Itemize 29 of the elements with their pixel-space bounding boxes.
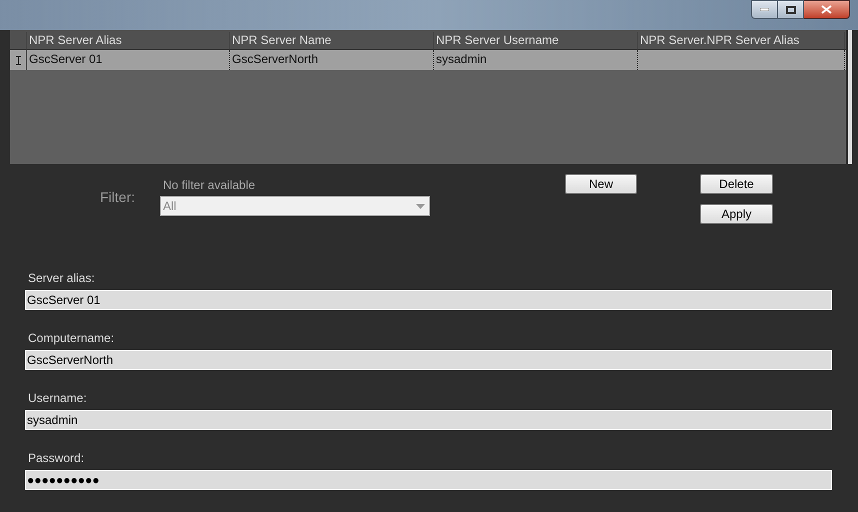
apply-button[interactable]: Apply xyxy=(700,204,773,224)
new-button[interactable]: New xyxy=(565,174,637,194)
column-header[interactable]: NPR Server Username xyxy=(434,32,638,49)
field-label: Username: xyxy=(27,390,88,407)
field-label: Server alias: xyxy=(27,270,96,287)
table-cell: GscServerNorth xyxy=(232,52,318,66)
delete-button[interactable]: Delete xyxy=(700,174,773,194)
table-cell: sysadmin xyxy=(436,52,487,66)
minimize-icon xyxy=(760,8,769,11)
filter-label: Filter: xyxy=(100,188,135,207)
text-field[interactable]: GscServer 01 xyxy=(25,290,832,310)
text-field[interactable]: GscServerNorth xyxy=(25,350,832,370)
column-header[interactable]: NPR Server Name xyxy=(230,32,434,49)
text-field[interactable]: ●●●●●●●●●● xyxy=(25,470,832,490)
field-label: Password: xyxy=(27,450,86,467)
filter-hint: No filter available xyxy=(163,177,256,194)
close-icon xyxy=(821,5,832,14)
maximize-icon xyxy=(786,6,796,14)
column-header[interactable]: NPR Server.NPR Server Alias xyxy=(638,32,845,49)
maximize-button[interactable] xyxy=(778,0,804,19)
table-cell: GscServer 01 xyxy=(29,52,102,66)
table-row[interactable]: GscServer 01 GscServerNorth sysadmin xyxy=(10,50,846,70)
minimize-button[interactable] xyxy=(751,0,778,19)
text-cursor-icon xyxy=(16,56,20,64)
field-label: Computername: xyxy=(27,330,116,347)
column-header[interactable]: NPR Server Alias xyxy=(27,32,230,49)
text-field[interactable]: sysadmin xyxy=(25,410,832,430)
dropdown-arrow-icon xyxy=(416,204,425,208)
close-button[interactable] xyxy=(804,0,850,19)
